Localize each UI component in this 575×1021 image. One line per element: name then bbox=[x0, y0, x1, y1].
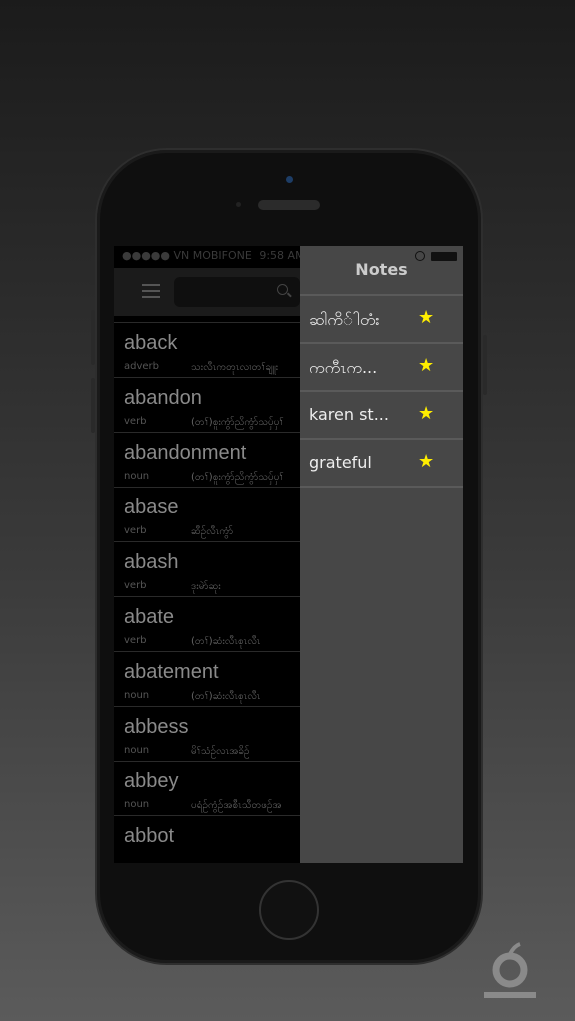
entry-meaning: (တၢ်)ဆံးလီၤစုၤလီၤ bbox=[191, 690, 261, 702]
list-item[interactable]: abate verb (တၢ်)ဆံးလီၤစုၤလီၤ bbox=[114, 597, 300, 652]
notes-panel: Notes ဆါကိ်ါတံး ★ ကကီၤက... ★ karen st... ★ gra… bbox=[300, 246, 463, 863]
app-screen: ●●●●● VN MOBIFONE 9:58 AM adeterminerတါa… bbox=[114, 246, 463, 863]
search-icon bbox=[277, 284, 288, 295]
entry-meaning: တါ bbox=[191, 316, 202, 320]
entry-pos: verb bbox=[124, 635, 147, 646]
entry-meaning: ဆီဉ်လီၤကွံာ် bbox=[191, 526, 234, 538]
list-item[interactable]: abbot bbox=[114, 816, 300, 863]
entry-meaning: (တၢ်)စူးကွံာ်ညိကွံာ်သပှ်ပှၢ် bbox=[191, 471, 284, 483]
entry-meaning: (တၢ်)ဆံးလီၤစုၤလီၤ bbox=[191, 636, 261, 647]
list-item[interactable]: abatement noun (တၢ်)ဆံးလီၤစုၤလီၤ bbox=[114, 652, 300, 707]
sensor bbox=[236, 202, 241, 207]
list-item[interactable]: abbess noun မိၢ်သံဉ်လၤအခိဉ် bbox=[114, 707, 300, 762]
entry-word: abandon bbox=[124, 386, 202, 409]
entry-pos: noun bbox=[124, 799, 150, 811]
entry-meaning: ဒုးမဲာ်ဆုး bbox=[191, 581, 221, 593]
entry-pos: noun bbox=[124, 744, 150, 756]
note-item[interactable]: karen st... ★ bbox=[300, 390, 463, 438]
note-item[interactable]: ကကီၤက... ★ bbox=[300, 342, 463, 390]
hamburger-menu-icon[interactable] bbox=[142, 284, 160, 298]
entry-pos: determiner bbox=[124, 316, 180, 317]
list-item[interactable]: abandon verb (တၢ်)စူးကွံာ်ညိကွံာ်သပှ်ပှၢ် bbox=[114, 378, 300, 433]
word-list[interactable]: adeterminerတါabackadverbသးလီၤကတုၤလၢတၢ်ချ… bbox=[114, 316, 300, 863]
entry-meaning: မိၢ်သံဉ်လၤအခိဉ် bbox=[191, 745, 250, 757]
search-input[interactable] bbox=[174, 277, 300, 307]
entry-pos: noun bbox=[124, 470, 150, 482]
clock: 9:58 AM bbox=[259, 249, 305, 262]
star-icon[interactable]: ★ bbox=[418, 307, 434, 328]
nav-bar bbox=[114, 268, 300, 316]
carrier: ●●●●● VN MOBIFONE bbox=[122, 249, 252, 262]
note-label: karen st... bbox=[309, 405, 389, 424]
entry-word: abate bbox=[124, 606, 175, 628]
entry-pos: verb bbox=[124, 415, 147, 427]
entry-word: abatement bbox=[124, 660, 219, 683]
list-item[interactable]: abbey noun ပရံဉ်ကွံဉ်အစီၤသီတဖဉ်အ bbox=[114, 761, 300, 817]
star-icon[interactable]: ★ bbox=[418, 451, 434, 472]
earpiece-speaker bbox=[258, 200, 320, 210]
list-item[interactable]: adeterminerတါ bbox=[114, 316, 300, 323]
entry-word: abandonment bbox=[124, 441, 247, 464]
entry-word: abbey bbox=[124, 770, 179, 793]
note-label: grateful bbox=[309, 453, 372, 472]
entry-pos: noun bbox=[124, 689, 150, 701]
entry-word: aback bbox=[124, 332, 178, 354]
entry-pos: verb bbox=[124, 580, 147, 592]
home-button[interactable] bbox=[259, 880, 319, 940]
star-icon[interactable]: ★ bbox=[418, 355, 434, 376]
entry-pos: adverb bbox=[124, 361, 160, 372]
entry-word: abbess bbox=[124, 715, 189, 738]
watermark-logo bbox=[484, 942, 536, 998]
note-item[interactable]: grateful ★ bbox=[300, 438, 463, 486]
list-item[interactable]: abash verb ဒုးမဲာ်ဆုး bbox=[114, 542, 300, 598]
entry-word: abase bbox=[124, 496, 179, 519]
entry-pos: verb bbox=[124, 525, 147, 537]
entry-word: abbot bbox=[124, 825, 175, 848]
notes-title: Notes bbox=[355, 260, 408, 279]
star-icon[interactable]: ★ bbox=[418, 403, 434, 424]
note-item[interactable]: ဆါကိ်ါတံး ★ bbox=[300, 294, 463, 342]
front-camera bbox=[286, 176, 293, 183]
list-item[interactable]: aback adverb သးလီၤကတုၤလၢတၢ်ချူး bbox=[114, 323, 300, 378]
entry-word: abash bbox=[124, 551, 179, 574]
divider bbox=[300, 486, 463, 488]
note-label: ကကီၤက... bbox=[309, 358, 378, 377]
entry-meaning: (တၢ်)စူးကွံာ်ညိကွံာ်သပှ်ပှၢ် bbox=[191, 416, 284, 428]
entry-meaning: ပရံဉ်ကွံဉ်အစီၤသီတဖဉ်အ bbox=[191, 800, 282, 812]
power-button bbox=[483, 335, 487, 395]
note-label: ဆါကိ်ါတံး bbox=[309, 310, 380, 329]
entry-meaning: သးလီၤကတုၤလၢတၢ်ချူး bbox=[191, 362, 279, 373]
list-item[interactable]: abase verb ဆီဉ်လီၤကွံာ် bbox=[114, 487, 300, 543]
list-item[interactable]: abandonment noun (တၢ်)စူးကွံာ်ညိကွံာ်သပှ်ပ… bbox=[114, 433, 300, 488]
